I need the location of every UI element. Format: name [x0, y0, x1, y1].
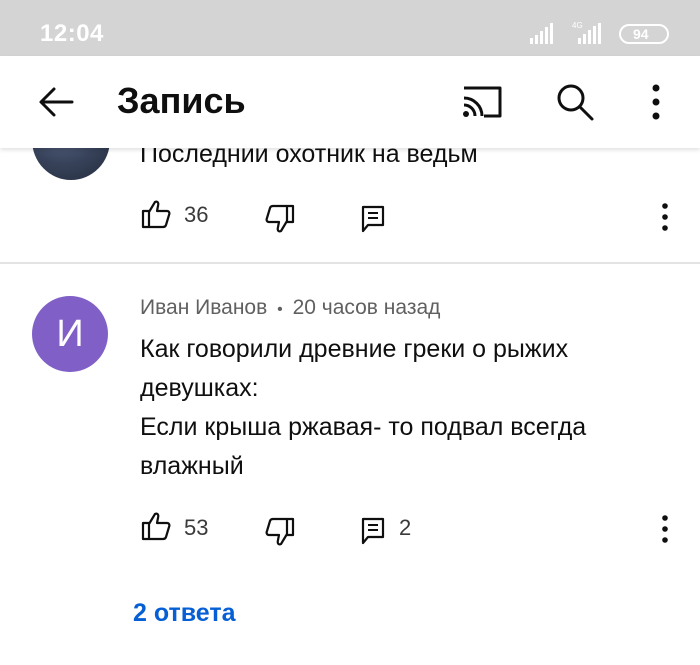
page-title: Запись [117, 80, 246, 121]
avatar[interactable]: И [32, 296, 108, 372]
comment-divider [0, 262, 700, 264]
status-icons: 4G 94 [530, 21, 669, 44]
battery-level: 94 [633, 26, 649, 42]
comment-text-line: Если крыша ржавая- то подвал всегда [140, 413, 587, 441]
comment-menu-icon[interactable] [659, 513, 671, 545]
comment-text-line: девушках: [140, 374, 259, 402]
comment-text: Как говорили древние греки о рыжих девуш… [140, 330, 680, 486]
reply-icon[interactable] [360, 514, 386, 546]
more-vert-icon[interactable] [646, 80, 666, 124]
cast-icon[interactable] [460, 84, 504, 120]
reply-count: 2 [399, 515, 412, 540]
comment-time: 20 часов назад [292, 296, 441, 319]
like-icon[interactable] [140, 510, 172, 542]
dislike-icon[interactable] [264, 203, 296, 235]
comment-text-line: влажный [140, 452, 244, 480]
like-count: 53 [184, 515, 209, 540]
back-arrow-icon[interactable] [36, 82, 76, 122]
app-bar: Запись [0, 56, 700, 148]
network-type-label: 4G [572, 21, 583, 30]
status-time: 12:04 [40, 20, 104, 47]
meta-separator: • [277, 301, 283, 318]
status-bar: 12:04 4G 94 [0, 0, 700, 56]
comment-text-line: Как говорили древние греки о рыжих [140, 335, 569, 363]
view-replies-link[interactable]: 2 ответа [133, 599, 236, 628]
dislike-icon[interactable] [264, 516, 296, 548]
comment-author[interactable]: Иван Иванов [140, 296, 267, 319]
reply-icon[interactable] [360, 202, 386, 234]
search-icon[interactable] [555, 82, 595, 122]
like-icon[interactable] [140, 198, 172, 230]
comment-menu-icon[interactable] [659, 201, 671, 233]
like-count-previous: 36 [184, 202, 209, 227]
signal-icon [530, 23, 553, 44]
comment-meta: Иван Иванов • 20 часов назад [140, 296, 440, 320]
battery-icon: 94 [619, 24, 669, 44]
